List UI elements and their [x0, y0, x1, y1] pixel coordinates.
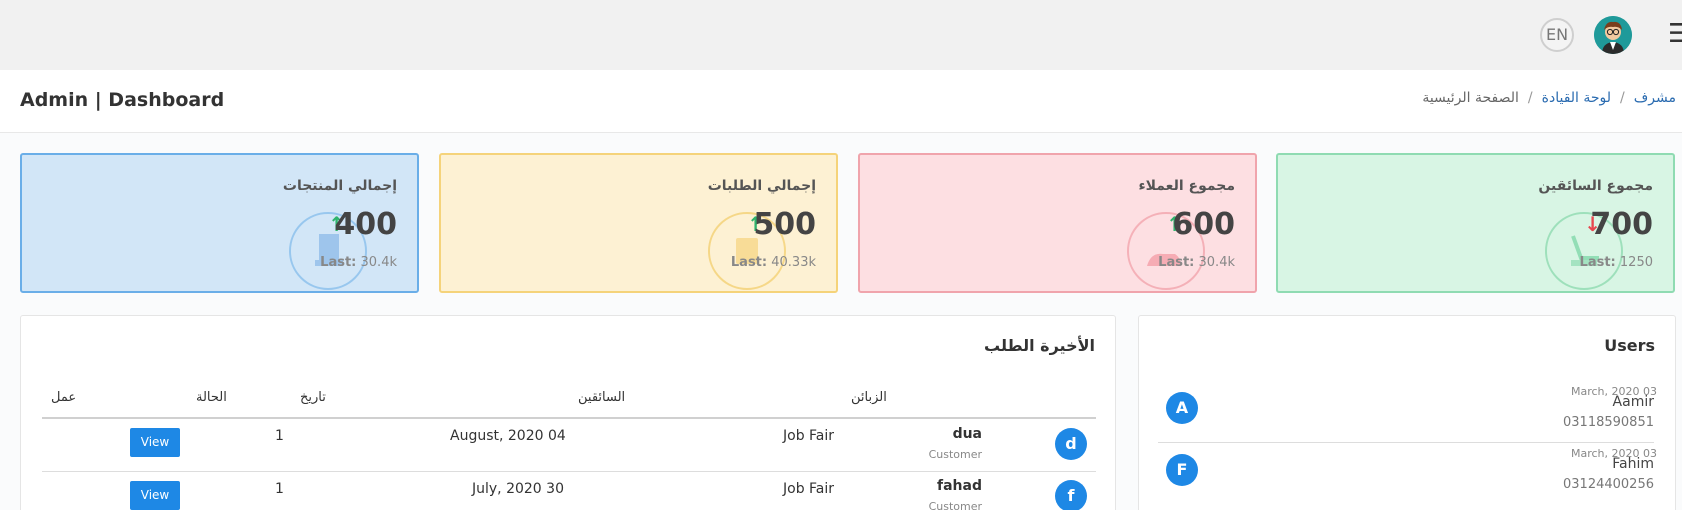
column-status: الحالة [196, 390, 227, 405]
date-cell: August, 2020 04 [450, 428, 566, 444]
card-total-orders[interactable]: إجمالي الطلبات ↑ 500 Last: 40.33k [439, 153, 838, 293]
top-bar: EN ☰ [0, 0, 1682, 70]
view-button[interactable]: View [130, 481, 180, 510]
table-header-divider [42, 417, 1096, 419]
card-last: Last: 30.4k [1158, 255, 1235, 270]
avatar[interactable] [1594, 16, 1632, 54]
list-divider [1158, 442, 1654, 443]
card-title: إجمالي الطلبات [707, 178, 816, 194]
column-date: تاريخ [300, 390, 326, 405]
driver-cell: Job Fair [783, 428, 835, 444]
status-cell: 1 [275, 428, 284, 444]
breadcrumb: مشرف/لوحة القيادة/الصفحة الرئيسية [1422, 90, 1676, 106]
panel-title: Users [1604, 336, 1655, 355]
user-letter-avatar: A [1166, 392, 1198, 424]
card-value: 600 [1172, 207, 1235, 242]
card-title: مجموع السائقين [1538, 178, 1653, 194]
column-customers: الزبائن [851, 390, 887, 405]
customer-name: fahad [937, 478, 982, 494]
customer-role: Customer [928, 448, 982, 461]
user-phone: 03124400256 [1563, 477, 1654, 492]
column-drivers: السائقين [578, 390, 626, 405]
card-value: 700 [1590, 207, 1653, 242]
card-total-drivers[interactable]: مجموع السائقين ↓ 700 Last: 1250 [1276, 153, 1675, 293]
card-value: 500 [753, 207, 816, 242]
column-action: عمل [51, 390, 77, 405]
panel-title: الأخيرة الطلب [984, 336, 1095, 355]
user-letter-avatar: F [1166, 454, 1198, 486]
status-cell: 1 [275, 481, 284, 497]
page-header: Admin | Dashboard مشرف/لوحة القيادة/الصف… [0, 70, 1682, 133]
card-last: Last: 1250 [1579, 255, 1653, 270]
card-total-customers[interactable]: مجموع العملاء ↑ 600 Last: 30.4k [858, 153, 1257, 293]
breadcrumb-dashboard[interactable]: لوحة القيادة [1542, 90, 1611, 106]
customer-name: dua [952, 426, 982, 442]
user-name: Aamir [1612, 394, 1654, 410]
customer-letter-avatar: f [1055, 480, 1087, 510]
breadcrumb-home: الصفحة الرئيسية [1422, 90, 1519, 106]
user-phone: 03118590851 [1563, 415, 1654, 430]
menu-icon[interactable]: ☰ [1668, 20, 1682, 48]
date-cell: July, 2020 30 [472, 481, 564, 497]
card-title: إجمالي المنتجات [282, 178, 397, 194]
card-last: Last: 30.4k [320, 255, 397, 270]
breadcrumb-admin[interactable]: مشرف [1634, 90, 1676, 106]
customer-letter-avatar: d [1055, 428, 1087, 460]
language-toggle[interactable]: EN [1540, 18, 1574, 52]
user-name: Fahim [1612, 456, 1654, 472]
view-button[interactable]: View [130, 428, 180, 457]
customer-role: Customer [928, 500, 982, 510]
row-divider [42, 471, 1096, 472]
card-title: مجموع العملاء [1138, 178, 1236, 194]
driver-cell: Job Fair [783, 481, 835, 497]
page-title: Admin | Dashboard [20, 89, 225, 111]
card-value: 400 [334, 207, 397, 242]
user-avatar-icon [1594, 16, 1632, 54]
card-total-products[interactable]: إجمالي المنتجات ↑ 400 Last: 30.4k [20, 153, 419, 293]
card-last: Last: 40.33k [730, 255, 816, 270]
